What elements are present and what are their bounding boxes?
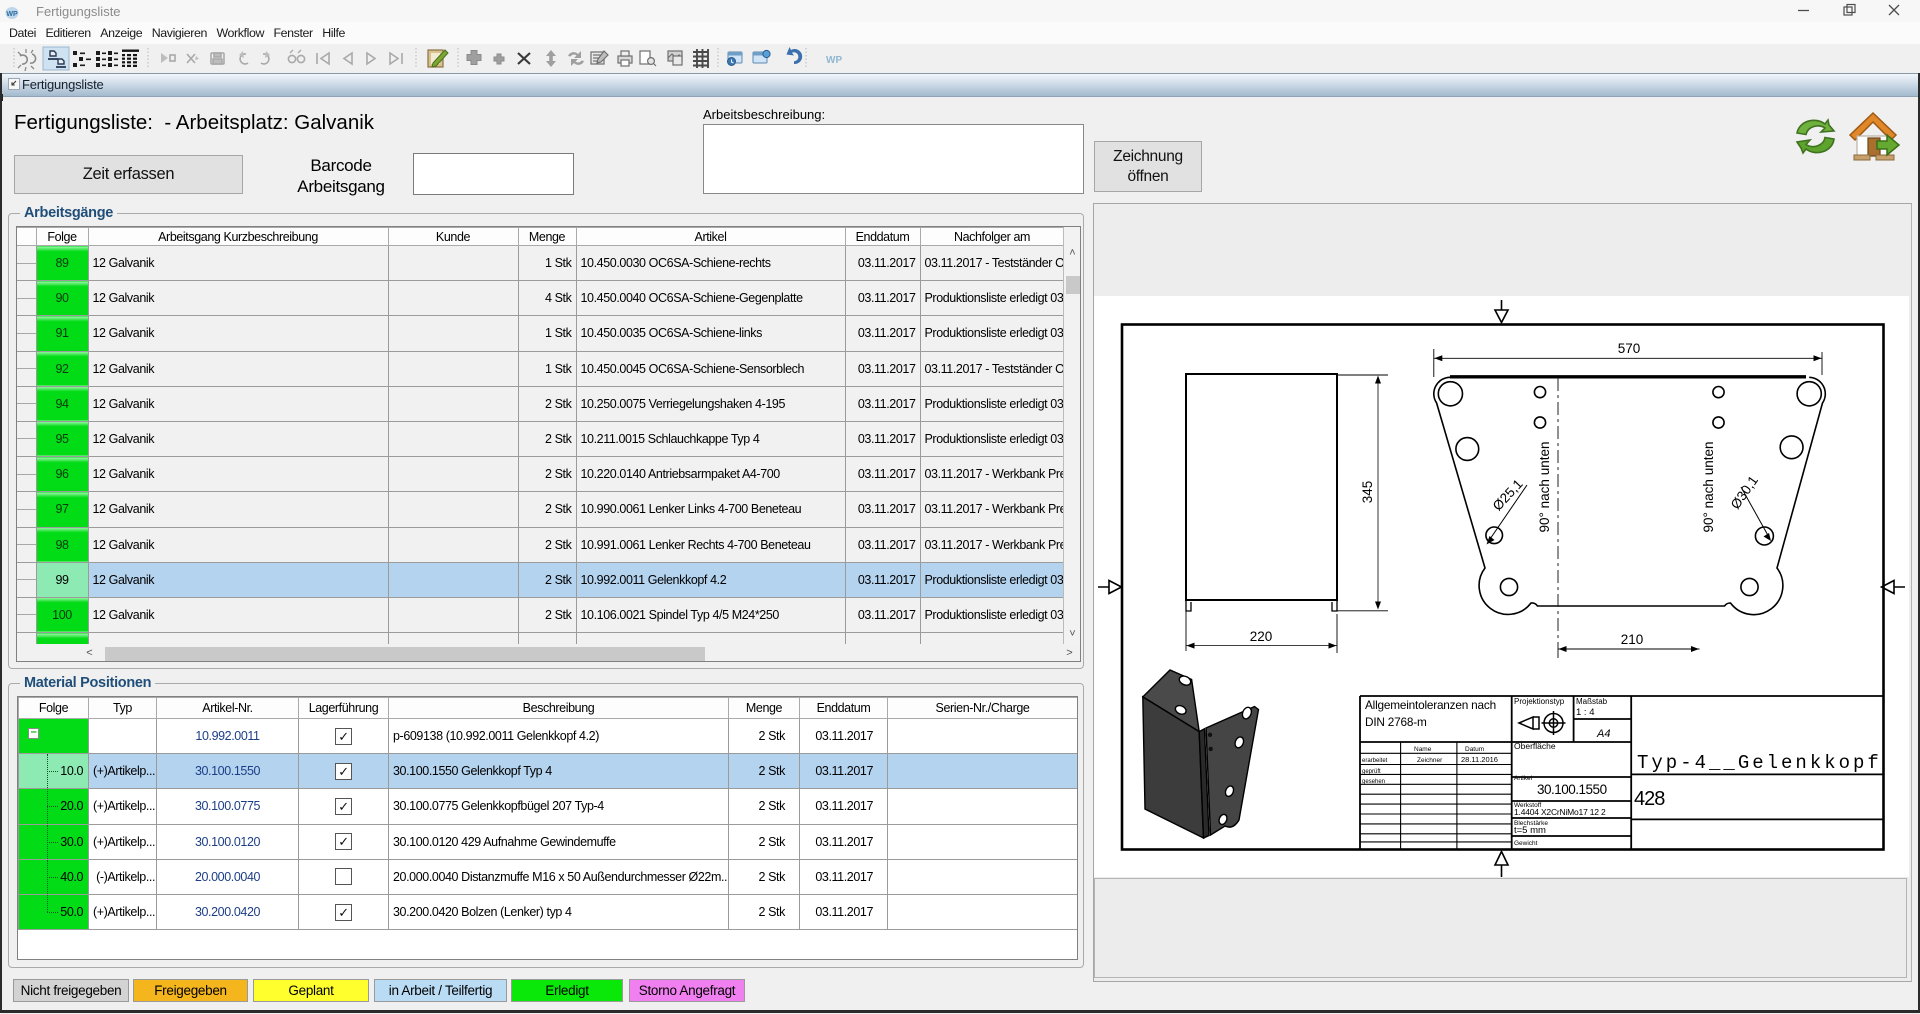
svg-text:428: 428: [1634, 788, 1665, 810]
svg-text:WP: WP: [826, 55, 842, 66]
svg-text:210: 210: [1621, 632, 1644, 647]
svg-text:Projektionstyp: Projektionstyp: [1514, 697, 1565, 706]
svg-text:geprüft: geprüft: [1362, 769, 1381, 775]
svg-text:DIN 2768-m: DIN 2768-m: [1365, 715, 1427, 729]
svg-text:28.11.2016: 28.11.2016: [1461, 755, 1498, 764]
svg-text:345: 345: [1360, 481, 1375, 504]
svg-text:Zeichner: Zeichner: [1417, 757, 1443, 764]
svg-text:Gewicht: Gewicht: [1514, 840, 1538, 847]
svg-text:Datum: Datum: [1465, 746, 1484, 753]
svg-text:570: 570: [1618, 341, 1641, 356]
svg-text:1.4404 X2CrNiMo17 12 2: 1.4404 X2CrNiMo17 12 2: [1514, 807, 1606, 817]
svg-text:30.100.1550: 30.100.1550: [1537, 782, 1607, 797]
svg-text:A4: A4: [1596, 728, 1610, 740]
svg-text:Maßstab: Maßstab: [1576, 697, 1608, 706]
svg-text:Typ-4__Gelenkkopf: Typ-4__Gelenkkopf: [1637, 752, 1882, 774]
svg-text:WP: WP: [6, 11, 18, 18]
svg-text:Oberfläche: Oberfläche: [1514, 741, 1556, 751]
svg-text:Allgemeintoleranzen nach: Allgemeintoleranzen nach: [1365, 698, 1496, 712]
svg-text:220: 220: [1250, 629, 1273, 644]
svg-text:erarbeitet: erarbeitet: [1362, 758, 1388, 764]
svg-text:Name: Name: [1414, 746, 1432, 753]
svg-text:t=5 mm: t=5 mm: [1514, 825, 1546, 836]
svg-text:1 : 4: 1 : 4: [1576, 707, 1595, 718]
svg-text:Ø30,1: Ø30,1: [1728, 473, 1761, 512]
svg-text:Artikel: Artikel: [1514, 775, 1533, 782]
svg-text:gesehen: gesehen: [1362, 779, 1385, 785]
svg-text:90° nach unten: 90° nach unten: [1537, 442, 1552, 533]
svg-text:90° nach unten: 90° nach unten: [1701, 442, 1716, 533]
